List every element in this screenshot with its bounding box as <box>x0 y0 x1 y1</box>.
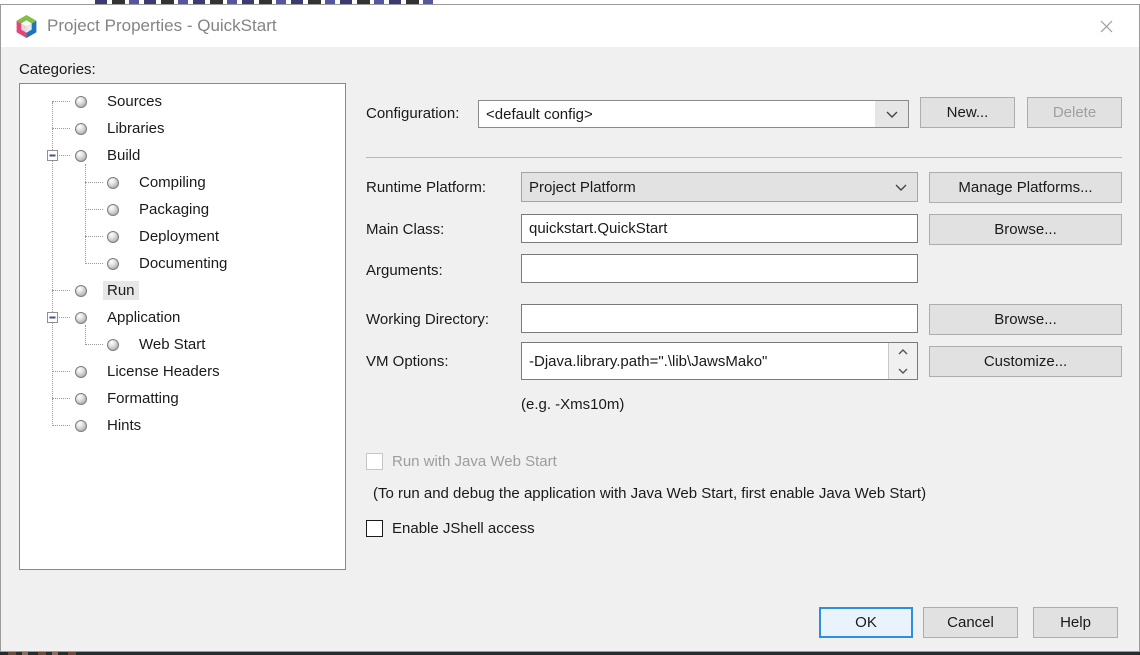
tree-item-sources[interactable]: Sources <box>20 88 345 115</box>
chevron-down-icon <box>886 111 898 118</box>
tree-item-packaging[interactable]: Packaging <box>20 196 345 223</box>
tree-item-license-headers[interactable]: License Headers <box>20 358 345 385</box>
new-button[interactable]: New... <box>920 97 1015 128</box>
tree-node-icon <box>75 96 87 108</box>
cancel-button[interactable]: Cancel <box>923 607 1018 638</box>
caret-up-icon[interactable] <box>898 349 908 355</box>
tree-item-compiling[interactable]: Compiling <box>20 169 345 196</box>
main-class-label: Main Class: <box>366 221 444 238</box>
help-button[interactable]: Help <box>1033 607 1118 638</box>
tree-item-libraries[interactable]: Libraries <box>20 115 345 142</box>
collapse-toggle-icon[interactable] <box>47 312 58 323</box>
tree-node-icon <box>107 204 119 216</box>
working-directory-input[interactable] <box>521 304 918 333</box>
tree-item-documenting[interactable]: Documenting <box>20 250 345 277</box>
tree-node-icon <box>75 150 87 162</box>
tree-item-application[interactable]: Application <box>20 304 345 331</box>
divider <box>366 157 1122 158</box>
project-properties-dialog: Project Properties - QuickStart Categori… <box>0 4 1140 652</box>
netbeans-logo-icon <box>14 14 39 39</box>
collapse-toggle-icon[interactable] <box>47 150 58 161</box>
tree-node-icon <box>107 339 119 351</box>
tree-node-icon <box>75 366 87 378</box>
enable-jshell-checkbox[interactable]: Enable JShell access <box>366 520 535 537</box>
ok-button[interactable]: OK <box>819 607 913 638</box>
tree-item-web-start[interactable]: Web Start <box>20 331 345 358</box>
tree-node-icon <box>75 312 87 324</box>
arguments-input[interactable] <box>521 254 918 283</box>
chevron-down-icon <box>895 184 907 191</box>
working-directory-label: Working Directory: <box>366 311 489 328</box>
checkbox-icon <box>366 453 383 470</box>
configuration-value: <default config> <box>479 101 875 127</box>
tree-item-deployment[interactable]: Deployment <box>20 223 345 250</box>
tree-item-formatting[interactable]: Formatting <box>20 385 345 412</box>
tree-item-build[interactable]: Build <box>20 142 345 169</box>
run-with-java-web-start-checkbox: Run with Java Web Start <box>366 453 557 470</box>
tree-node-icon <box>75 123 87 135</box>
tree-item-run[interactable]: Run <box>20 277 345 304</box>
working-directory-browse-button[interactable]: Browse... <box>929 304 1122 335</box>
runtime-platform-value: Project Platform <box>522 173 884 201</box>
enable-jshell-label: Enable JShell access <box>392 520 535 537</box>
vm-options-value: -Djava.library.path=".\lib\JawsMako" <box>529 353 888 370</box>
tree-node-icon <box>75 393 87 405</box>
tree-node-icon <box>107 231 119 243</box>
customize-button[interactable]: Customize... <box>929 346 1122 377</box>
run-with-java-web-start-label: Run with Java Web Start <box>392 453 557 470</box>
web-start-note: (To run and debug the application with J… <box>373 485 926 502</box>
selected-tree-item: Run <box>103 281 139 300</box>
runtime-platform-combobox[interactable]: Project Platform <box>521 172 918 202</box>
vm-options-label: VM Options: <box>366 353 449 370</box>
tree-node-icon <box>75 420 87 432</box>
tree-node-icon <box>107 177 119 189</box>
window-title: Project Properties - QuickStart <box>47 16 277 36</box>
tree-node-icon <box>75 285 87 297</box>
tree-node-icon <box>107 258 119 270</box>
main-class-input[interactable]: quickstart.QuickStart <box>521 214 918 243</box>
tree-item-hints[interactable]: Hints <box>20 412 345 439</box>
main-class-browse-button[interactable]: Browse... <box>929 214 1122 245</box>
close-button[interactable] <box>1083 5 1129 47</box>
vm-options-input[interactable]: -Djava.library.path=".\lib\JawsMako" <box>521 342 918 380</box>
checkbox-icon <box>366 520 383 537</box>
vm-options-scroll[interactable] <box>888 342 917 380</box>
configuration-combobox[interactable]: <default config> <box>478 100 909 128</box>
arguments-label: Arguments: <box>366 262 443 279</box>
configuration-label: Configuration: <box>366 105 459 122</box>
close-icon <box>1099 19 1114 34</box>
categories-label: Categories: <box>19 61 96 78</box>
title-bar: Project Properties - QuickStart <box>1 5 1139 47</box>
vm-options-hint: (e.g. -Xms10m) <box>521 396 624 413</box>
manage-platforms-button[interactable]: Manage Platforms... <box>929 172 1122 203</box>
categories-tree: Sources Libraries Build Compiling Packag… <box>19 83 346 570</box>
runtime-platform-label: Runtime Platform: <box>366 179 486 196</box>
caret-down-icon[interactable] <box>898 368 908 374</box>
delete-button: Delete <box>1027 97 1122 128</box>
